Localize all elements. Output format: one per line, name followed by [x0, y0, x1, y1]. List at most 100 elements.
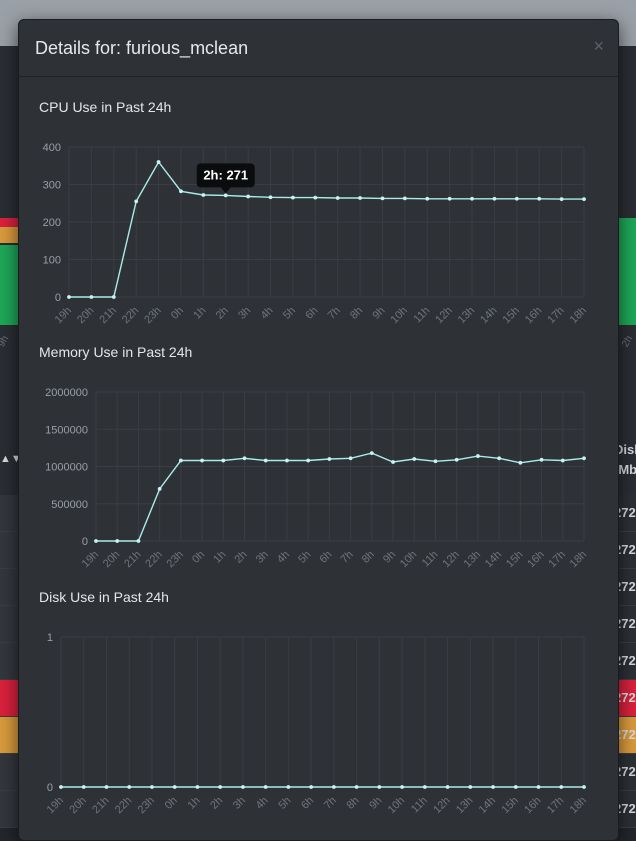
data-point[interactable]	[335, 196, 340, 200]
x-tick-label: 15h	[499, 795, 520, 816]
data-point[interactable]	[246, 194, 251, 199]
data-point[interactable]	[178, 458, 183, 463]
data-point[interactable]	[380, 196, 385, 201]
x-tick-label: 12h	[431, 795, 452, 816]
data-point[interactable]	[81, 785, 86, 789]
x-tick-label: 15h	[500, 305, 521, 326]
data-point[interactable]	[445, 785, 450, 789]
data-point[interactable]	[221, 458, 226, 463]
data-point[interactable]	[559, 197, 564, 202]
data-point[interactable]	[518, 460, 523, 465]
data-point[interactable]	[425, 196, 430, 201]
data-point[interactable]	[582, 785, 586, 789]
data-point[interactable]	[172, 785, 177, 789]
data-point[interactable]	[263, 458, 268, 463]
x-tick-label: 7h	[326, 305, 343, 322]
data-point[interactable]	[537, 196, 542, 201]
sort-icon[interactable]: ▲▼	[0, 454, 22, 471]
data-point[interactable]	[157, 486, 162, 491]
data-point[interactable]	[94, 539, 98, 543]
chart-tooltip: 2h: 271	[196, 163, 255, 194]
data-point[interactable]	[309, 785, 314, 789]
data-point[interactable]	[514, 196, 519, 201]
data-point[interactable]	[354, 785, 359, 789]
data-point[interactable]	[223, 193, 228, 198]
data-point[interactable]	[497, 456, 502, 461]
table-row[interactable]	[0, 532, 18, 569]
data-point[interactable]	[111, 295, 116, 299]
data-point[interactable]	[286, 785, 291, 789]
data-point[interactable]	[433, 459, 438, 464]
data-point[interactable]	[454, 457, 459, 462]
data-point[interactable]	[306, 458, 311, 463]
data-point[interactable]	[348, 456, 353, 461]
data-point[interactable]	[412, 457, 417, 461]
data-point[interactable]	[67, 295, 71, 299]
data-point[interactable]	[263, 785, 268, 789]
x-tick-label: 19h	[45, 795, 66, 816]
x-tick-label: 22h	[113, 795, 134, 816]
data-point[interactable]	[582, 456, 586, 461]
table-row[interactable]	[0, 754, 18, 791]
data-point[interactable]	[559, 785, 564, 789]
data-point[interactable]	[241, 785, 245, 789]
table-row[interactable]	[0, 717, 18, 754]
x-tick-label: 2h	[214, 305, 231, 322]
x-tick-label: 20h	[67, 795, 88, 816]
x-tick-label: 11h	[420, 549, 441, 570]
x-tick-label: 1h	[185, 795, 202, 812]
data-point[interactable]	[331, 785, 336, 789]
x-tick-label: 19h	[80, 549, 101, 570]
data-point[interactable]	[560, 458, 565, 463]
data-point[interactable]	[377, 785, 382, 789]
data-point[interactable]	[218, 785, 223, 789]
data-point[interactable]	[358, 196, 362, 200]
x-tick-label: 13h	[462, 549, 483, 570]
data-point[interactable]	[89, 295, 94, 299]
data-point[interactable]	[391, 460, 395, 464]
data-point[interactable]	[127, 785, 132, 789]
x-tick-label: 6h	[317, 549, 334, 566]
data-point[interactable]	[468, 785, 473, 789]
data-point[interactable]	[104, 785, 109, 789]
table-row[interactable]	[0, 680, 18, 717]
table-row[interactable]	[0, 791, 18, 828]
data-point[interactable]	[327, 457, 332, 461]
data-point[interactable]	[513, 785, 518, 789]
data-point[interactable]	[536, 785, 541, 789]
table-row[interactable]	[0, 495, 18, 532]
data-point[interactable]	[115, 539, 120, 543]
data-point[interactable]	[156, 160, 161, 164]
data-point[interactable]	[402, 196, 407, 201]
data-point[interactable]	[422, 785, 427, 789]
data-point[interactable]	[285, 458, 289, 463]
data-point[interactable]	[476, 454, 480, 458]
data-point[interactable]	[195, 785, 200, 789]
data-point[interactable]	[150, 785, 154, 789]
x-tick-label: 11h	[409, 795, 430, 816]
tooltip-arrow	[220, 187, 231, 194]
data-point[interactable]	[470, 196, 474, 201]
data-point[interactable]	[447, 196, 452, 201]
table-row[interactable]	[0, 643, 18, 680]
data-point[interactable]	[400, 785, 404, 789]
data-point[interactable]	[179, 189, 183, 194]
data-point[interactable]	[59, 785, 63, 789]
data-point[interactable]	[313, 195, 318, 200]
data-point[interactable]	[200, 458, 204, 463]
close-icon[interactable]: ×	[593, 36, 604, 57]
data-point[interactable]	[582, 197, 586, 202]
table-row[interactable]	[0, 569, 18, 606]
data-point[interactable]	[136, 539, 141, 543]
data-point[interactable]	[369, 451, 374, 455]
data-point[interactable]	[539, 457, 544, 462]
data-point[interactable]	[291, 195, 295, 200]
data-point[interactable]	[242, 456, 247, 461]
table-row[interactable]	[0, 606, 18, 643]
data-point[interactable]	[201, 193, 206, 197]
data-point[interactable]	[134, 199, 139, 204]
data-point[interactable]	[491, 785, 495, 789]
data-point[interactable]	[268, 195, 273, 200]
data-point[interactable]	[492, 196, 497, 201]
x-tick-label: 10h	[389, 305, 410, 326]
